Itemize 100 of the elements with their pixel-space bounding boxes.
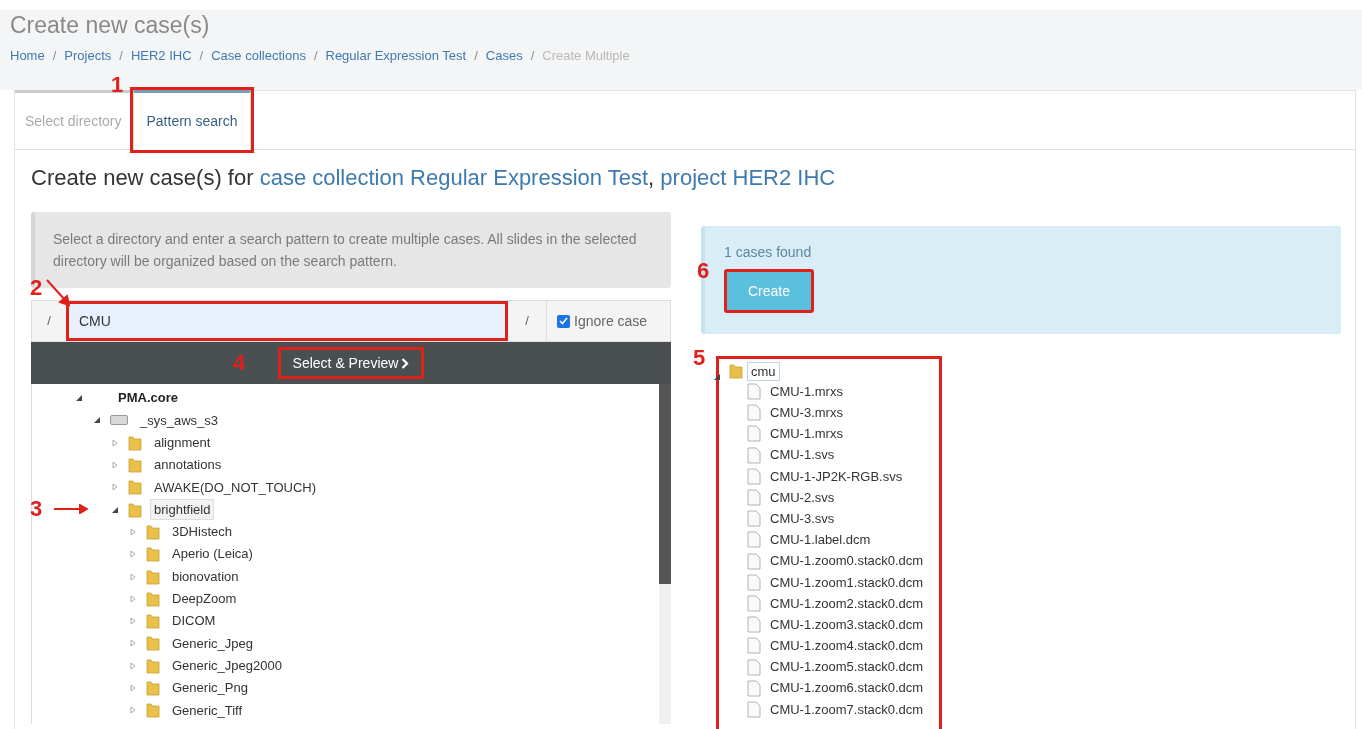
collapsed-triangle-icon[interactable] [129,661,137,670]
collapsed-triangle-icon[interactable] [111,483,119,492]
page-heading: Create new case(s) for case collection Regular Expression Test, project HER2 IHC [31,164,837,192]
file-icon [747,510,761,528]
file-icon [747,616,761,634]
file-name[interactable]: CMU-1-JP2K-RGB.svs [770,466,903,487]
file-name[interactable]: CMU-1.zoom2.stack0.dcm [770,593,924,614]
file-name[interactable]: CMU-1.mrxs [770,381,843,402]
tree-item[interactable]: PMA.core [114,387,182,409]
breadcrumb-link[interactable]: Home [10,46,45,66]
folder-icon [128,457,142,474]
tree-item[interactable]: DICOM [168,610,220,632]
folder-icon [729,363,743,379]
file-icon [747,679,761,697]
folder-icon [146,523,160,540]
file-icon [747,446,761,464]
breadcrumb-separator: / [118,47,124,65]
file-name[interactable]: CMU-1.zoom0.stack0.dcm [770,551,924,571]
cases-found-message: 1 cases found [724,243,813,262]
folder-icon [146,680,160,696]
annotation-arrow [46,279,72,307]
file-name[interactable]: CMU-1.zoom7.stack0.dcm [770,699,924,720]
collapsed-triangle-icon[interactable] [129,706,137,715]
folder-icon [146,613,160,630]
file-name[interactable]: CMU-1.zoom1.stack0.dcm [770,572,924,593]
tree-item[interactable]: _sys_aws_s3 [136,409,223,432]
file-name[interactable]: CMU-1.zoom4.stack0.dcm [770,636,924,656]
collapsed-triangle-icon[interactable] [129,550,137,559]
file-icon [747,531,761,549]
expanded-triangle-icon[interactable] [93,416,101,425]
drive-icon [110,415,128,426]
collapsed-triangle-icon[interactable] [111,438,119,447]
folder-icon [146,635,160,652]
breadcrumb-link[interactable]: Regular Expression Test [325,46,467,66]
tree-item[interactable]: Generic_Tiff [168,699,247,722]
folder-icon [146,702,160,719]
file-name[interactable]: CMU-3.mrxs [770,403,843,423]
tree-item[interactable]: DeepZoom [168,588,241,610]
file-name[interactable]: CMU-2.svs [770,487,835,508]
file-name[interactable]: CMU-1.zoom3.stack0.dcm [770,614,924,635]
checkmark-icon [559,317,568,325]
file-icon [747,573,761,591]
scrollbar[interactable] [659,384,671,724]
breadcrumb-link[interactable]: Case collections [211,46,306,66]
annotation-number: 4 [233,352,246,374]
breadcrumb-link[interactable]: Cases [485,46,523,66]
folder-icon [146,568,160,585]
breadcrumb-separator: / [312,47,319,65]
folder-icon [128,434,142,451]
annotation-arrow [54,504,88,515]
folder-name[interactable]: cmu [747,361,780,381]
expanded-triangle-icon[interactable] [75,394,83,403]
collapsed-triangle-icon[interactable] [129,527,137,536]
collapsed-triangle-icon[interactable] [129,572,137,581]
collapsed-triangle-icon[interactable] [111,461,119,470]
file-name[interactable]: CMU-1.zoom5.stack0.dcm [770,657,924,677]
folder-icon [146,546,160,563]
tree-item[interactable]: brightfield [150,498,215,521]
folder-icon [146,590,160,607]
tree-item[interactable]: AWAKE(DO_NOT_TOUCH) [150,476,321,499]
tree-item[interactable]: 3DHistech [168,521,236,543]
chevron-right-icon [401,357,410,369]
ignore-case-checkbox[interactable]: Ignore case [546,301,670,341]
collapsed-triangle-icon[interactable] [129,617,137,626]
tree-item[interactable]: annotations [150,454,226,476]
annotation-number: 5 [693,347,706,369]
file-icon [747,467,761,485]
breadcrumb-separator: / [51,47,58,65]
expanded-triangle-icon[interactable] [111,505,119,514]
breadcrumb-current: Create Multiple [542,47,630,65]
folder-icon [128,501,142,518]
file-name[interactable]: CMU-1.label.dcm [770,530,871,550]
collapsed-triangle-icon[interactable] [129,639,137,648]
tree-item[interactable]: Generic_Jpeg2000 [168,654,286,677]
expanded-triangle-icon[interactable] [713,373,721,381]
tree-item[interactable]: Generic_Jpeg [168,632,257,655]
collapsed-triangle-icon[interactable] [129,684,137,692]
select-preview-button[interactable]: Select & Preview [277,347,425,379]
breadcrumb-separator: / [529,47,536,65]
breadcrumb-separator: / [473,47,479,65]
heading-link[interactable]: project HER2 IHC [660,165,836,190]
breadcrumb-link[interactable]: Projects [64,46,112,66]
annotation-number: 6 [697,260,710,282]
pattern-prefix: / [46,312,52,331]
file-name[interactable]: CMU-1.svs [770,445,835,465]
folder-icon [128,479,142,496]
file-name[interactable]: CMU-1.zoom6.stack0.dcm [770,678,924,698]
heading-link[interactable]: case collection Regular Expression Test [259,165,649,190]
file-name[interactable]: CMU-3.svs [770,508,835,529]
annotation-number: 3 [30,498,43,521]
tab[interactable]: Pattern search [133,90,251,150]
pattern-input[interactable]: CMU [66,301,508,341]
breadcrumb-link[interactable]: HER2 IHC [130,46,192,66]
file-name[interactable]: CMU-1.mrxs [770,424,843,444]
tree-item[interactable]: Aperio (Leica) [168,543,257,565]
scrollbar-thumb[interactable] [659,384,671,584]
tree-item[interactable]: Generic_Png [168,677,252,699]
collapsed-triangle-icon[interactable] [129,594,137,603]
tree-item[interactable]: bionovation [168,565,243,588]
tree-item[interactable]: alignment [150,432,215,454]
